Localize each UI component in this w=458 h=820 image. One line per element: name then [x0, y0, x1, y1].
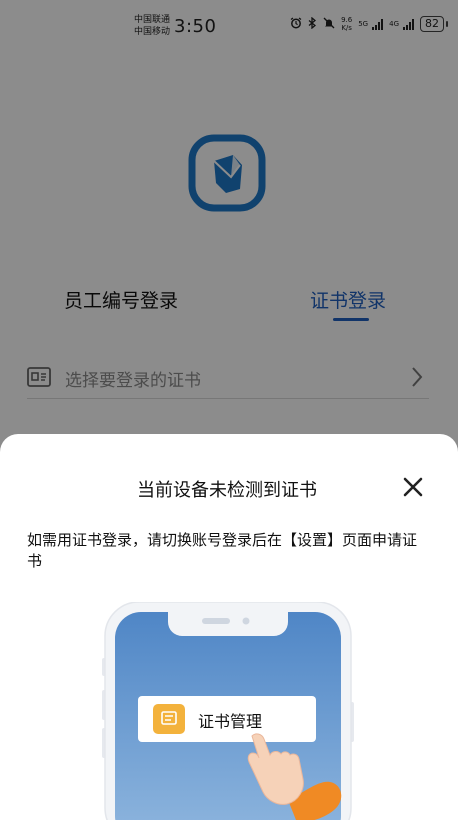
close-icon	[403, 477, 423, 497]
phone-illustration: 证书管理	[102, 601, 354, 820]
sheet-description: 如需用证书登录，请切换账号登录后在【设置】页面申请证书	[27, 531, 418, 570]
illustration-menu-label: 证书管理	[198, 712, 263, 731]
sheet-title: 当前设备未检测到证书	[137, 480, 317, 501]
no-certificate-sheet: 当前设备未检测到证书 如需用证书登录，请切换账号登录后在【设置】页面申请证书 证…	[0, 434, 458, 820]
app-screen: 中国联通 中国移动 3:50 9.6 K/s 5G 4G 82 员工编号登录 证…	[0, 0, 458, 820]
close-button[interactable]	[400, 474, 426, 500]
